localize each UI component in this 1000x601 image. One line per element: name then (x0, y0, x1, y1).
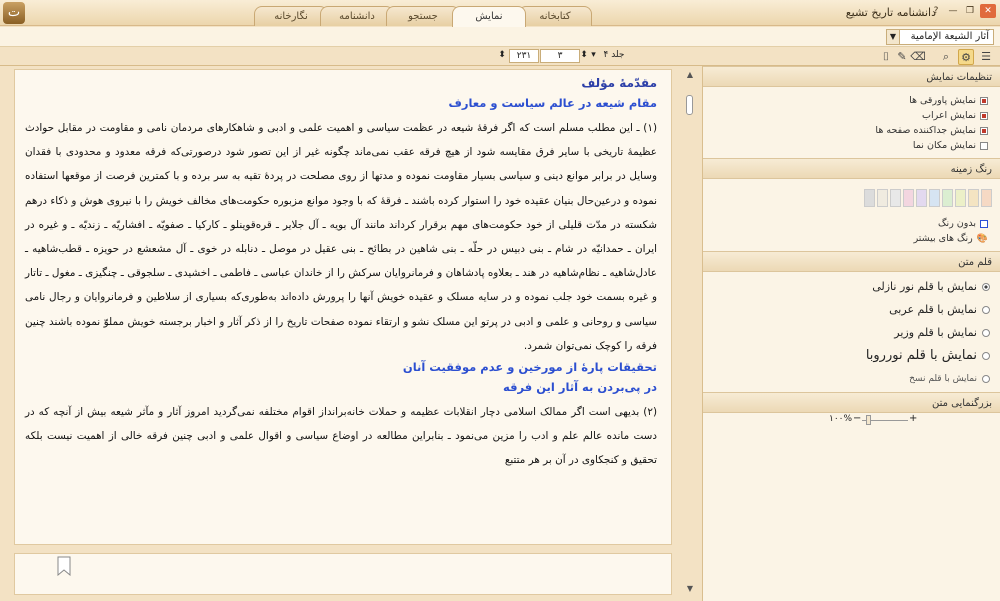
no-color-option[interactable]: بدون رنگ (703, 216, 1000, 231)
checkbox[interactable] (980, 141, 988, 150)
footnote-pane (14, 553, 672, 595)
option-footnotes[interactable]: نمایش پاورقی ها (703, 93, 1000, 108)
main-tabs: نگارخانه دانشنامه جستجو نمایش کتابخانه (254, 6, 592, 27)
checkbox[interactable] (980, 96, 988, 105)
help-button[interactable]: ? (929, 4, 943, 18)
option-diacritics[interactable]: نمایش اعراب (703, 108, 1000, 123)
background-color-header: رنگ زمینه (703, 158, 1000, 179)
settings-gear-icon[interactable]: ⚙ (958, 49, 974, 65)
tab-library[interactable]: کتابخانه (518, 6, 592, 26)
navigation-toolbar: ▾ جلد ۴ ▾ ۳ ⬍ ۲۳۱ ⬍ ⌷ ✎ ⌫ ⌕ ⚙ ☰ (0, 48, 1000, 66)
radio[interactable] (982, 374, 990, 383)
app-logo: ت (3, 2, 25, 24)
zoom-slider-thumb[interactable] (866, 415, 871, 425)
window-controls: ? — ❐ ✕ (929, 4, 996, 18)
scroll-up-icon[interactable]: ▲ (682, 69, 698, 81)
color-swatch[interactable] (955, 189, 966, 207)
window-title: دانشنامه تاریخ تشیع (845, 6, 936, 19)
font-option-vazir[interactable]: نمایش با قلم وزیر (703, 321, 1000, 344)
volume-dropdown-icon[interactable]: ▾ (587, 49, 600, 63)
more-colors-option[interactable]: 🎨 رنگ های بیشتر (703, 231, 1000, 246)
radio[interactable] (982, 328, 990, 337)
chevron-down-icon[interactable]: ▼ (887, 30, 900, 44)
radio[interactable] (982, 282, 990, 291)
option-cursor[interactable]: نمایش مکان نما (703, 138, 1000, 153)
tab-encyclopedia[interactable]: دانشنامه (320, 6, 394, 26)
checkbox[interactable] (980, 111, 988, 120)
palette-icon: 🎨 (976, 233, 988, 244)
font-option-arabic[interactable]: نمایش با قلم عربی (703, 298, 1000, 321)
tab-gallery[interactable]: نگارخانه (254, 6, 328, 26)
color-swatch[interactable] (968, 189, 979, 207)
title-bar: ت نگارخانه دانشنامه جستجو نمایش کتابخانه… (0, 0, 1000, 27)
scroll-thumb[interactable] (686, 95, 693, 115)
bookmark-icon[interactable]: ⌷ (878, 49, 894, 65)
page-spin-icon[interactable]: ⬍ (497, 49, 507, 63)
color-swatch[interactable] (981, 189, 992, 207)
highlight-tool-icon[interactable]: ✎ (894, 49, 910, 65)
option-page-separator[interactable]: نمایش جداکننده صفحه ها (703, 123, 1000, 138)
book-select-value: آثار الشيعة الإمامية (910, 31, 989, 42)
volume-label: جلد ۴ (603, 50, 625, 60)
display-options: نمایش پاورقی ها نمایش اعراب نمایش جداکنن… (703, 87, 1000, 153)
checkbox[interactable] (980, 126, 988, 135)
no-color-icon[interactable] (980, 219, 988, 228)
minimize-button[interactable]: — (946, 4, 960, 18)
menu-list-icon[interactable]: ☰ (978, 49, 994, 65)
display-settings-header: تنظیمات نمایش (703, 66, 1000, 87)
scroll-down-icon[interactable]: ▼ (682, 583, 698, 595)
color-swatch[interactable] (864, 189, 875, 207)
book-toolbar: آثار الشيعة الإمامية ▼ (0, 27, 1000, 47)
zoom-header: بزرگنمایی متن (703, 392, 1000, 413)
page-input[interactable]: ۳ (540, 49, 580, 63)
font-option-naskh[interactable]: نمایش با قلم نسخ (703, 367, 1000, 390)
color-swatch[interactable] (942, 189, 953, 207)
section-heading: تحقیقات پارهٔ از مورخین و عدم موفقیت آنا… (402, 360, 657, 375)
color-swatch[interactable] (929, 189, 940, 207)
eraser-icon[interactable]: ⌫ (910, 49, 926, 65)
zoom-in-button[interactable]: + (909, 413, 917, 424)
font-option-noorroba[interactable]: نمایش با قلم نورروبا (703, 344, 1000, 367)
section-heading: مقام شیعه در عالم سیاست و معارف (448, 96, 657, 110)
book-content-pane: مقدّمهٔ مؤلف مقام شیعه در عالم سیاست و م… (14, 69, 672, 545)
settings-sidebar: تنظیمات نمایش نمایش پاورقی ها نمایش اعرا… (702, 66, 1000, 601)
content-scrollbar[interactable]: ▲ ▼ (682, 69, 698, 595)
radio[interactable] (982, 305, 990, 314)
page-title: مقدّمهٔ مؤلف (581, 76, 657, 90)
zoom-value: ۱۰۰% (829, 414, 853, 424)
color-swatch[interactable] (877, 189, 888, 207)
restore-button[interactable]: ❐ (963, 4, 977, 18)
section-heading: در پی‌بردن به آثار این فرقه (503, 380, 657, 395)
search-icon[interactable]: ⌕ (938, 49, 954, 65)
color-swatch[interactable] (903, 189, 914, 207)
paragraph: (۲) بدیهی است اگر ممالک اسلامی دچار انقل… (25, 406, 657, 467)
close-button[interactable]: ✕ (980, 4, 996, 18)
tab-search[interactable]: جستجو (386, 6, 460, 26)
font-option-nazli[interactable]: نمایش با قلم نور نازلی (703, 275, 1000, 298)
page-stepper-icon[interactable]: ⬍ (580, 49, 588, 63)
book-select[interactable]: آثار الشيعة الإمامية ▼ (886, 29, 994, 45)
color-swatch[interactable] (916, 189, 927, 207)
radio[interactable] (982, 351, 990, 360)
total-pages: ۲۳۱ (509, 49, 539, 63)
font-header: قلم متن (703, 251, 1000, 272)
zoom-control: ۱۰۰% − + (829, 413, 917, 428)
color-swatch[interactable] (890, 189, 901, 207)
zoom-out-button[interactable]: − (853, 413, 861, 424)
bookmark-ribbon-icon[interactable] (57, 556, 71, 576)
color-swatches (703, 189, 1000, 207)
font-options: نمایش با قلم نور نازلی نمایش با قلم عربی… (703, 272, 1000, 390)
paragraph: (۱) ـ این مطلب مسلم است که اگر فرقهٔ شیع… (25, 122, 657, 352)
tab-display[interactable]: نمایش (452, 6, 526, 27)
